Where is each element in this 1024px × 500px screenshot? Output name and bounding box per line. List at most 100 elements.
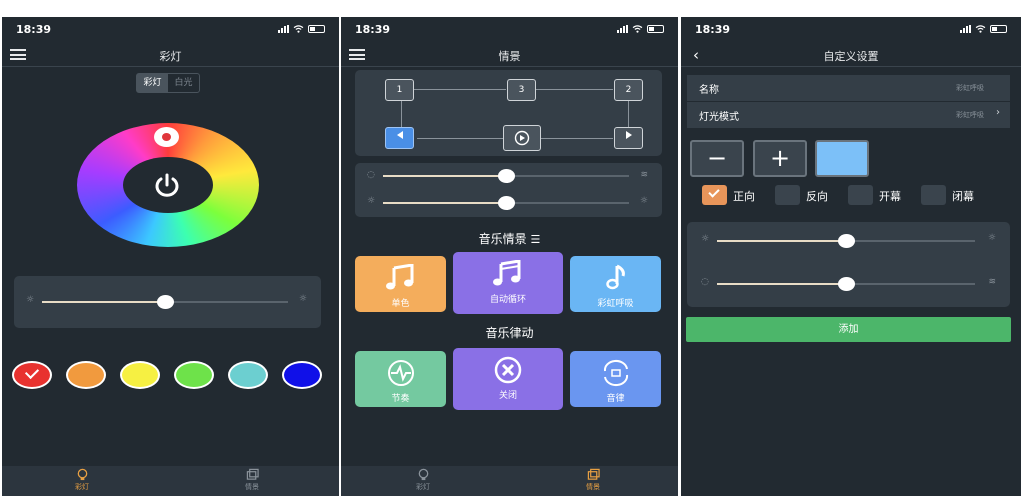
triangle-right-icon <box>625 131 632 139</box>
brightness-slider[interactable] <box>717 234 975 248</box>
option-reverse-label: 反向 <box>806 190 828 203</box>
option-forward-label: 正向 <box>733 190 755 203</box>
color-wheel-knob[interactable] <box>154 127 179 147</box>
signal-icon <box>960 25 971 33</box>
battery-icon <box>647 25 664 33</box>
music-rhythm-title: 音乐律动 <box>485 326 534 340</box>
scene-prev-button[interactable] <box>385 127 414 149</box>
tab-bar: 彩灯 情景 <box>341 466 678 496</box>
scene-icon <box>246 468 259 480</box>
tab-scene[interactable]: 情景 <box>563 468 623 492</box>
card-auto-cycle[interactable]: 自动循环 <box>453 252 563 314</box>
brightness-high-icon: ☼ <box>298 294 307 304</box>
cycle-icon <box>603 359 628 387</box>
scene-next-button[interactable] <box>614 127 643 149</box>
screen-custom-settings: 18:39 ‹ 自定义设置 名称 彩虹呼吸 灯光模式 彩虹呼吸 › − + 正向… <box>681 17 1021 496</box>
flow-line <box>414 89 506 90</box>
speed-slider[interactable] <box>383 169 629 183</box>
color-swatch-yellow[interactable] <box>120 361 160 389</box>
check-icon <box>24 364 40 380</box>
tab-label: 彩灯 <box>75 483 89 491</box>
speed-slider-thumb[interactable] <box>498 169 515 183</box>
scene-node-1[interactable]: 1 <box>385 79 414 101</box>
brightness-slider[interactable] <box>383 196 629 210</box>
music-scene-title: 音乐情景 <box>478 232 527 246</box>
eighth-note-icon <box>605 264 625 290</box>
page-title: 彩灯 <box>159 50 182 63</box>
segment-colored[interactable]: 彩灯 <box>137 74 168 92</box>
plus-button[interactable]: + <box>753 140 807 177</box>
brightness-slider-thumb[interactable] <box>157 295 174 309</box>
card-label: 节奏 <box>391 394 410 404</box>
brightness-low-icon: ☼ <box>367 196 376 206</box>
power-icon[interactable] <box>150 172 184 198</box>
brightness-low-icon: ☼ <box>26 295 35 305</box>
flow-line <box>541 138 613 139</box>
scene-flow-panel: 1 3 2 <box>355 70 662 156</box>
nav-bar: 情景 <box>341 43 678 67</box>
light-mode-value: 彩虹呼吸 <box>956 111 984 119</box>
status-bar: 18:39 <box>341 17 678 43</box>
tab-scene[interactable]: 情景 <box>222 468 282 492</box>
nav-bar: ‹ 自定义设置 <box>681 43 1021 67</box>
option-reverse-checkbox[interactable] <box>775 185 800 205</box>
tab-colored-light[interactable]: 彩灯 <box>52 468 112 492</box>
equalizer-icon: ☰ <box>530 233 541 246</box>
brightness-slider-thumb[interactable] <box>498 196 515 210</box>
light-mode-row[interactable]: 灯光模式 彩虹呼吸 › <box>687 102 1010 128</box>
signal-icon <box>617 25 628 33</box>
scene-node-3[interactable]: 3 <box>507 79 536 101</box>
name-value: 彩虹呼吸 <box>956 84 984 92</box>
flow-line <box>628 101 629 127</box>
triangle-left-icon <box>396 131 403 139</box>
wifi-icon <box>632 25 643 33</box>
scene-icon <box>587 468 600 480</box>
scene-slider-panel: ◌ ≋ ☼ ☼ <box>355 163 662 217</box>
color-swatch-cyan[interactable] <box>228 361 268 389</box>
status-time: 18:39 <box>16 23 52 36</box>
card-single-color[interactable]: 单色 <box>355 256 446 312</box>
card-melody[interactable]: 音律 <box>570 351 661 407</box>
add-button[interactable]: 添加 <box>686 317 1011 342</box>
tab-colored-light[interactable]: 彩灯 <box>393 468 453 492</box>
speed-slider[interactable] <box>717 277 975 291</box>
battery-icon <box>990 25 1007 33</box>
minus-button[interactable]: − <box>690 140 744 177</box>
color-swatch-blue[interactable] <box>282 361 322 389</box>
status-bar: 18:39 <box>2 17 339 43</box>
selected-color-box[interactable] <box>815 140 869 177</box>
speed-low-icon: ◌ <box>367 170 375 180</box>
card-rainbow-breath[interactable]: 彩虹呼吸 <box>570 256 661 312</box>
flow-line <box>536 89 613 90</box>
card-close[interactable]: 关闭 <box>453 348 563 410</box>
color-swatch-orange[interactable] <box>66 361 106 389</box>
screen-scene: 18:39 情景 1 3 2 ◌ ≋ ☼ ☼ 音乐情景 ☰ 单色 自动循环 彩虹… <box>341 17 678 496</box>
card-rhythm[interactable]: 节奏 <box>355 351 446 407</box>
scene-node-2[interactable]: 2 <box>614 79 643 101</box>
status-time: 18:39 <box>695 23 731 36</box>
color-swatch-green[interactable] <box>174 361 214 389</box>
pulse-icon <box>387 360 414 386</box>
name-row[interactable]: 名称 彩虹呼吸 <box>687 75 1010 101</box>
option-open-checkbox[interactable] <box>848 185 873 205</box>
music-rhythm-heading: 音乐律动 <box>341 324 678 341</box>
speed-high-icon: ≋ <box>640 170 648 180</box>
speed-slider-thumb[interactable] <box>838 277 855 291</box>
bulb-icon <box>418 468 428 481</box>
wifi-icon <box>975 25 986 33</box>
flow-line <box>401 101 402 127</box>
tab-bar: 彩灯 情景 <box>2 466 339 496</box>
bulb-icon <box>77 468 87 481</box>
speed-low-icon: ◌ <box>701 277 709 287</box>
card-label: 自动循环 <box>489 295 526 305</box>
brightness-slider-thumb[interactable] <box>838 234 855 248</box>
option-forward-checkbox[interactable] <box>702 185 727 205</box>
custom-slider-panel: ☼ ☼ ◌ ≋ <box>687 222 1010 307</box>
page-title: 情景 <box>498 50 521 63</box>
color-swatch-red[interactable] <box>12 361 52 389</box>
segment-white[interactable]: 白光 <box>168 74 199 92</box>
option-close-checkbox[interactable] <box>921 185 946 205</box>
brightness-slider[interactable] <box>42 295 288 309</box>
scene-play-button[interactable] <box>503 125 541 151</box>
check-icon <box>708 186 720 198</box>
